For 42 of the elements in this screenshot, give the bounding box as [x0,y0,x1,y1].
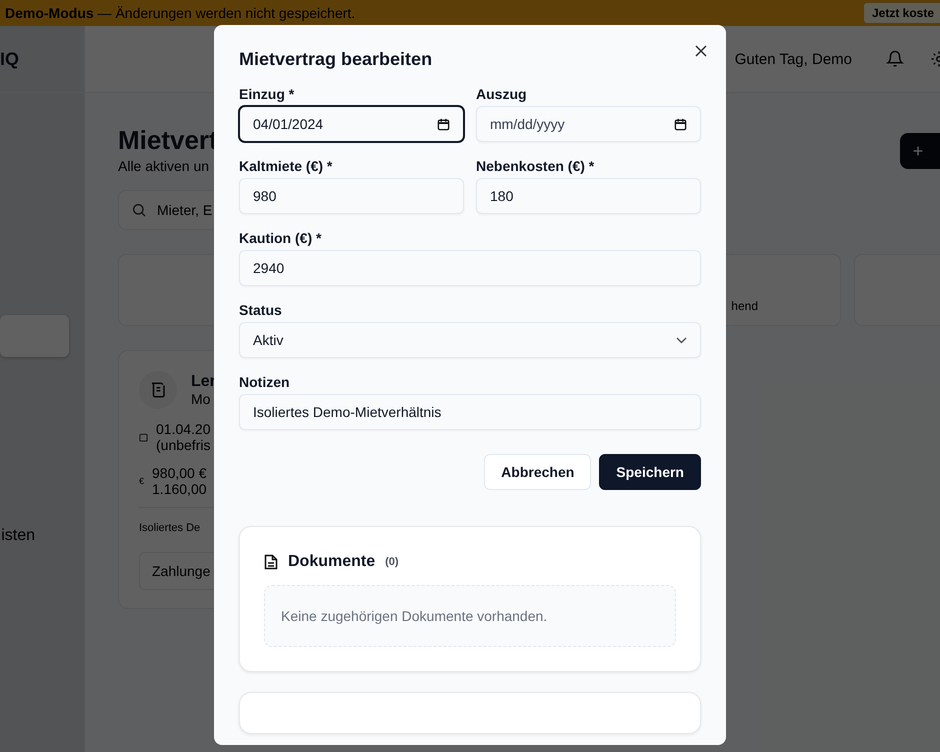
field-label: Kaltmiete (€) * [239,158,334,174]
date-field[interactable]: mm/dd/yyyy [476,106,701,142]
date-field[interactable]: 04/01/2024 [239,106,464,142]
page-title: Mietvert [118,125,218,156]
euro-sign: € [139,476,144,486]
contract-subtitle: Mo [191,391,212,407]
input-field[interactable]: Isoliertes Demo-Mietverhältnis [239,394,701,430]
field-label: Nebenkosten (€) * [476,158,596,174]
contract-title: Ler [191,373,216,391]
calendar-icon [139,432,148,442]
field-label: Kaution (€) * [239,230,322,246]
demo-notice: Demo-Modus — Änderungen werden nicht gespeichert. [5,5,356,21]
field-label: Auszug [476,86,528,102]
field-label: Notizen [239,374,291,390]
input-field[interactable]: 180 [476,178,701,214]
bell-icon[interactable] [886,50,904,68]
status-select[interactable]: Aktiv [239,322,701,358]
documents-count: (0) [385,556,399,568]
greeting-text: Guten Tag, Demo [734,50,852,68]
cancel-button[interactable]: Abbrechen [484,454,592,490]
close-icon[interactable] [695,45,707,57]
save-button[interactable]: Speichern [599,454,701,490]
field-label: Einzug * [239,86,296,102]
contract-amount: 1.160,00 [152,481,207,497]
scroll-icon [139,371,177,409]
page-subtitle: Alle aktiven un [118,158,210,174]
contract-date: (unbefris [156,437,210,453]
chevron-down-icon [676,336,687,344]
document-icon [264,554,278,570]
logo-text: IQ [0,26,84,93]
empty-message: Keine zugehörigen Dokumente vorhanden. [281,608,548,624]
input-field[interactable]: 980 [239,178,464,214]
input-field[interactable]: 2940 [239,250,701,286]
search-icon [131,202,147,218]
stat-label: hend [731,299,758,313]
contract-amount: 980,00 € [152,465,207,481]
calendar-icon [437,118,450,130]
calendar-icon [674,118,687,130]
documents-title: Dokumente [288,553,376,571]
dialog-title: Mietvertrag bearbeiten [239,49,432,70]
contract-date: 01.04.20 [156,421,210,437]
field-label: Status [239,302,283,318]
